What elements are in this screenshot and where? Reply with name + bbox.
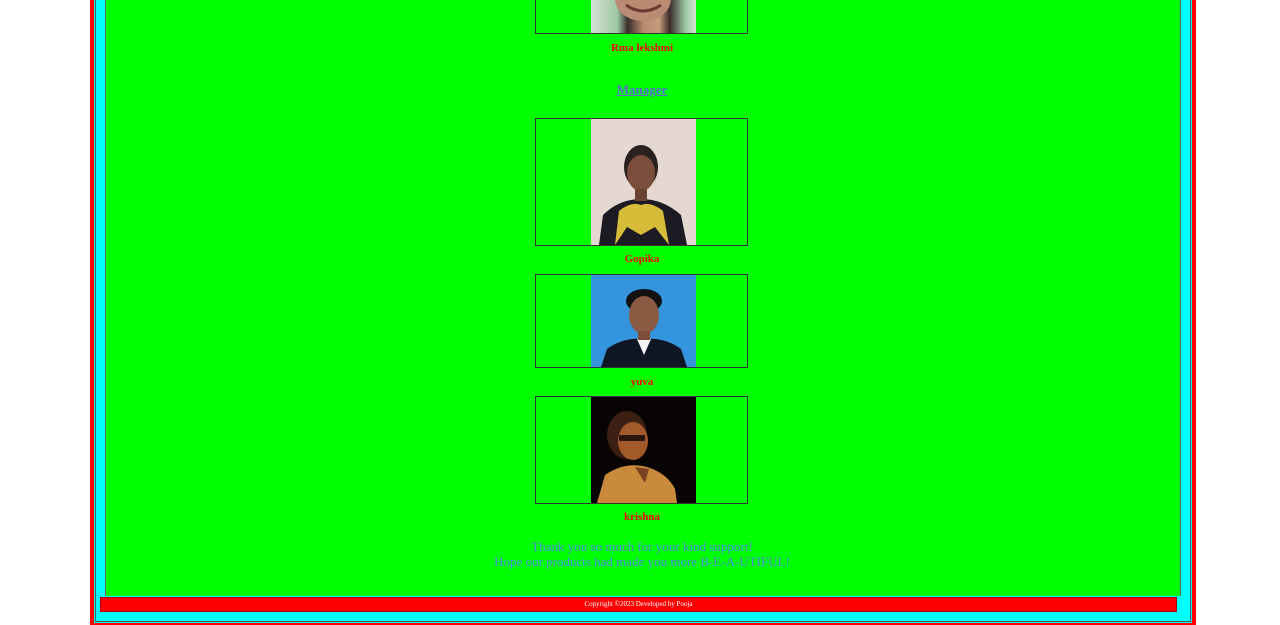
member-photo-frame <box>535 274 748 368</box>
member-name: Rma lekshmi <box>610 42 674 54</box>
member-photo-frame <box>535 0 748 34</box>
member-name: krishna <box>623 511 661 523</box>
thank-you-line: Thank you so much for your kind support! <box>531 539 753 554</box>
hope-line: Hope our products had made you more B-E-… <box>494 554 790 569</box>
member-name: yuva <box>630 376 654 388</box>
member-photo-frame <box>535 396 748 504</box>
manager-heading-link[interactable]: Manager <box>535 82 749 98</box>
member-photo <box>591 275 696 367</box>
member-photo <box>591 0 696 33</box>
member-photo <box>591 397 696 503</box>
thank-you-message: Thank you so much for your kind support!… <box>400 539 884 569</box>
member-photo <box>591 119 696 245</box>
member-photo-frame <box>535 118 748 246</box>
member-name: Gopika <box>624 253 660 265</box>
footer-copyright: Copyright ©2023 Developed by Pooja <box>100 597 1177 612</box>
